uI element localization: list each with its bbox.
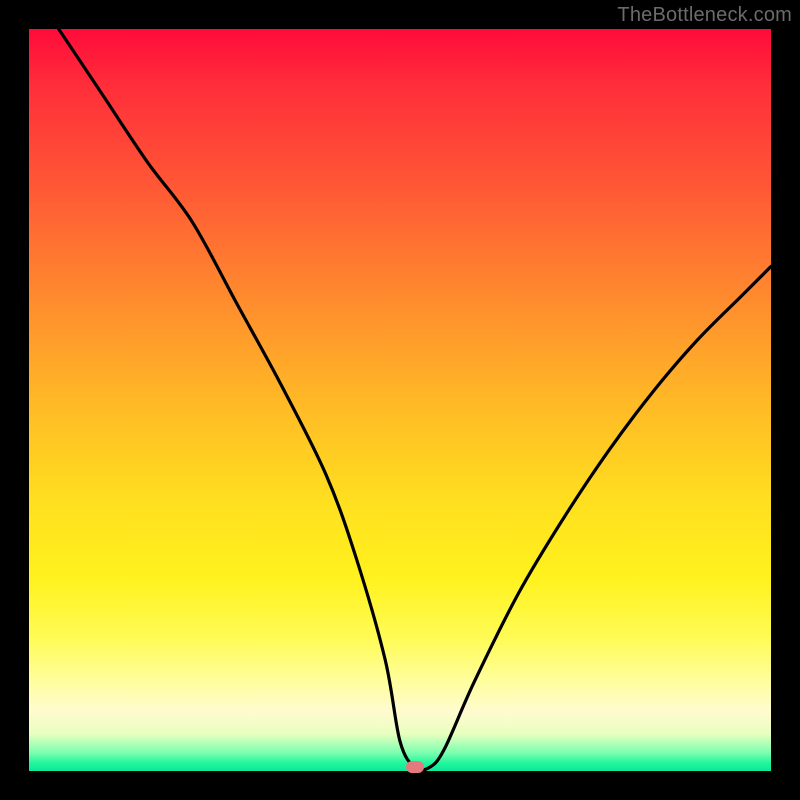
bottleneck-curve — [29, 29, 771, 771]
chart-plot-area — [29, 29, 771, 771]
chart-frame: TheBottleneck.com — [0, 0, 800, 800]
watermark-text: TheBottleneck.com — [617, 4, 792, 27]
minimum-marker — [406, 761, 424, 773]
